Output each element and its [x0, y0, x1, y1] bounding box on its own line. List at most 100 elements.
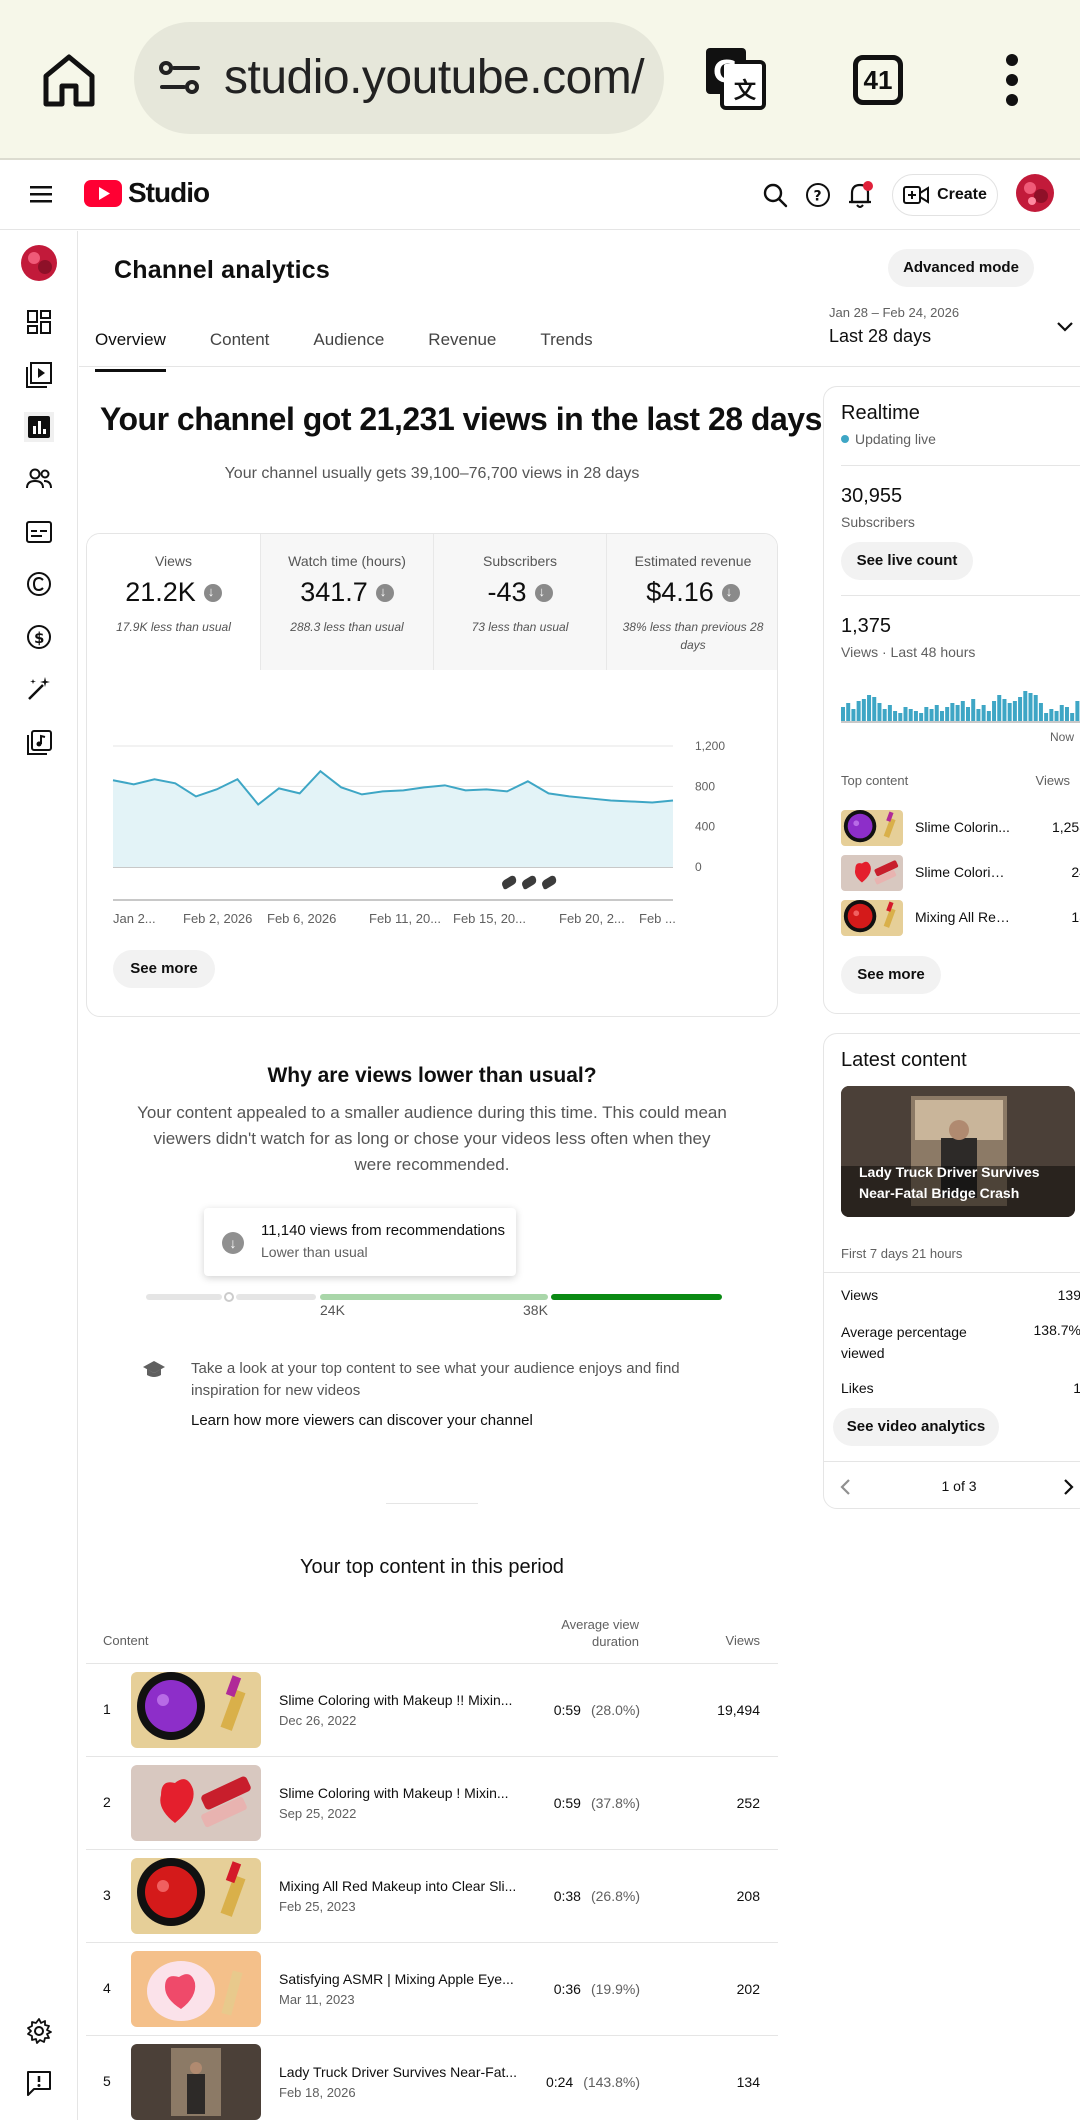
copyright-icon[interactable]	[24, 569, 54, 599]
feedback-icon[interactable]	[24, 2068, 54, 2098]
realtime-bar	[945, 707, 950, 721]
metric-views[interactable]: Views 21.2K 17.9K less than usual	[87, 534, 260, 670]
stat-label: Views	[841, 1287, 879, 1303]
svg-text:$: $	[34, 629, 44, 647]
create-button[interactable]: Create	[892, 174, 998, 216]
stat-average-percentage-viewed: Average percentage viewed 138.7%	[841, 1322, 1080, 1364]
left-navigation-rail: $	[0, 231, 78, 2120]
see-more-button[interactable]: See more	[113, 950, 215, 988]
tab-audience[interactable]: Audience	[313, 320, 384, 368]
chevron-left-icon[interactable]	[838, 1476, 854, 1498]
tab-switcher-button[interactable]: 41	[853, 55, 903, 105]
channel-avatar[interactable]	[21, 245, 57, 281]
table-row[interactable]: 3 Mixing All Red Makeup into Clear Sli..…	[86, 1849, 778, 1942]
shorts-marker-icon[interactable]	[502, 875, 517, 890]
row-views: 19,494	[717, 1702, 760, 1718]
arrow-down-icon	[721, 583, 740, 602]
realtime-see-more-button[interactable]: See more	[841, 956, 941, 994]
thumbnail	[131, 1765, 261, 1841]
shorts-marker-icon[interactable]	[542, 875, 557, 890]
table-row[interactable]: 4 Satisfying ASMR | Mixing Apple Eye... …	[86, 1942, 778, 2035]
arrow-down-icon	[203, 583, 222, 602]
audio-library-icon[interactable]	[24, 727, 54, 757]
stat-label: Likes	[841, 1380, 874, 1396]
settings-icon[interactable]	[24, 2016, 54, 2046]
site-settings-icon[interactable]	[158, 58, 202, 98]
overview-subheadline: Your channel usually gets 39,100–76,700 …	[224, 465, 640, 482]
realtime-bar	[919, 713, 924, 721]
metric-value: 341.7	[300, 577, 368, 607]
stat-value: 139	[1057, 1287, 1080, 1303]
arrow-down-icon	[534, 583, 553, 602]
latest-video-thumbnail[interactable]: Lady Truck Driver Survives Near-Fatal Br…	[841, 1086, 1075, 1217]
date-range-picker[interactable]: Jan 28 – Feb 24, 2026 Last 28 days	[829, 305, 959, 347]
row-views: 208	[736, 1888, 760, 1904]
table-row[interactable]: 1 Slime Coloring with Makeup !! Mixin...…	[86, 1663, 778, 1756]
menu-icon[interactable]	[30, 184, 52, 204]
realtime-bar	[966, 707, 971, 721]
see-video-analytics-button[interactable]: See video analytics	[833, 1408, 999, 1446]
range-bar-low	[146, 1294, 222, 1300]
content-icon[interactable]	[24, 359, 54, 389]
x-tick-label: Feb 2, 2026	[183, 911, 252, 926]
table-row[interactable]: 2 Slime Coloring with Makeup ! Mixin... …	[86, 1756, 778, 1849]
home-icon[interactable]	[40, 52, 98, 108]
column-header-content: Content	[103, 1633, 149, 1648]
recommendations-tooltip: ↓ 11,140 views from recommendations Lowe…	[204, 1208, 516, 1276]
dashboard-icon[interactable]	[24, 307, 54, 337]
metric-subscribers[interactable]: Subscribers -43 73 less than usual	[433, 534, 606, 670]
studio-logo[interactable]: Studio	[84, 177, 210, 209]
views-column-label: Views	[1035, 773, 1070, 788]
advanced-mode-button[interactable]: Advanced mode	[888, 249, 1034, 287]
tab-overview[interactable]: Overview	[95, 320, 166, 372]
column-header-average-view-duration[interactable]: Average view duration	[520, 1616, 639, 1650]
thumbnail	[131, 1951, 261, 2027]
community-icon[interactable]	[24, 464, 54, 494]
row-date: Feb 18, 2026	[279, 2085, 356, 2100]
address-bar[interactable]: studio.youtube.com/	[134, 22, 664, 134]
metric-estimated-revenue[interactable]: Estimated revenue $4.16 38% less than pr…	[606, 534, 777, 670]
more-vert-icon[interactable]	[1000, 52, 1024, 108]
metric-value: -43	[487, 577, 527, 607]
stat-value: 1	[1073, 1380, 1080, 1396]
account-avatar[interactable]	[1016, 174, 1054, 212]
discover-channel-link[interactable]: Learn how more viewers can discover your…	[191, 1412, 533, 1429]
realtime-bar	[1044, 713, 1049, 721]
see-live-count-button[interactable]: See live count	[841, 542, 973, 580]
earn-icon[interactable]: $	[24, 622, 54, 652]
shorts-marker-icon[interactable]	[522, 875, 537, 890]
customization-icon[interactable]	[24, 674, 54, 704]
item-views: 18	[1071, 909, 1080, 925]
latest-content-title: Latest content	[841, 1049, 967, 1071]
realtime-bar	[1049, 709, 1054, 721]
stat-label: Average percentage viewed	[841, 1324, 967, 1361]
row-average-view-duration: 0:59 (37.8%)	[526, 1795, 640, 1811]
avd-percent: (28.0%)	[590, 1702, 640, 1718]
x-tick-label: Feb 6, 2026	[267, 911, 336, 926]
y-tick-label: 0	[695, 860, 702, 874]
tab-trends[interactable]: Trends	[540, 320, 592, 368]
search-icon[interactable]	[762, 182, 788, 208]
row-views: 202	[736, 1981, 760, 1997]
notifications-icon[interactable]	[847, 180, 875, 210]
tab-content[interactable]: Content	[210, 320, 270, 368]
analytics-icon[interactable]	[24, 412, 54, 442]
realtime-content-item[interactable]: Mixing All Red ... 18	[841, 900, 1080, 936]
tab-revenue[interactable]: Revenue	[428, 320, 496, 368]
column-header-views[interactable]: Views	[680, 1633, 760, 1648]
translate-icon[interactable]: G 文	[704, 46, 768, 110]
subtitles-icon[interactable]	[24, 517, 54, 547]
realtime-content-item[interactable]: Slime Colorin... 1,258	[841, 810, 1080, 846]
metric-watch-time[interactable]: Watch time (hours) 341.7 288.3 less than…	[260, 534, 433, 670]
avd-percent: (143.8%)	[583, 2074, 640, 2090]
help-icon[interactable]: ?	[805, 182, 831, 208]
range-bar-high	[551, 1294, 722, 1300]
row-date: Sep 25, 2022	[279, 1806, 357, 1821]
table-row[interactable]: 5 Lady Truck Driver Survives Near-Fat...…	[86, 2035, 778, 2128]
arrow-down-icon: ↓	[222, 1232, 244, 1254]
section-divider	[386, 1503, 478, 1504]
realtime-bar	[1002, 699, 1007, 721]
chevron-down-icon[interactable]	[1055, 320, 1075, 334]
realtime-content-item[interactable]: Slime Coloring ... 24	[841, 855, 1080, 891]
chevron-right-icon[interactable]	[1060, 1476, 1076, 1498]
